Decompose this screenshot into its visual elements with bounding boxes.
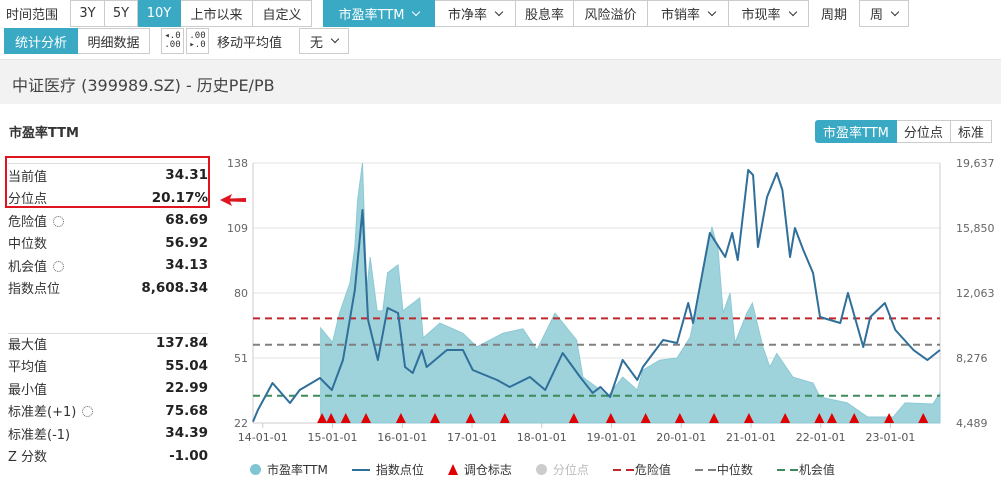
legend-label: 机会值 xyxy=(798,463,835,477)
legend-dash-icon xyxy=(694,468,703,471)
legend-triangle-icon xyxy=(447,464,458,475)
legend-item[interactable]: 市盈率TTM xyxy=(250,461,328,478)
legend-item[interactable]: 中位数 xyxy=(694,461,753,478)
x-axis-tick-label: 14-01-01 xyxy=(238,431,288,444)
legend-label: 中位数 xyxy=(716,463,753,477)
chart-legend: 市盈率TTM 指数点位 调仓标志 分位点 危险值 中位数 机会值 xyxy=(250,461,859,478)
legend-circle-icon xyxy=(250,464,261,475)
left-axis-tick: 80 xyxy=(234,287,248,300)
legend-dash-icon xyxy=(776,468,785,471)
legend-item[interactable]: 分位点 xyxy=(535,461,589,478)
legend-item[interactable]: 指数点位 xyxy=(351,461,424,478)
left-axis-tick: 138 xyxy=(227,157,248,170)
x-axis-tick-label: 23-01-01 xyxy=(866,431,916,444)
pe-chart: 138 109 80 51 22 19,637 15,850 12,063 8,276 4,489… xyxy=(227,157,995,444)
legend-item[interactable]: 机会值 xyxy=(776,461,835,478)
right-axis-tick: 4,489 xyxy=(956,417,988,430)
x-axis-tick-label: 21-01-01 xyxy=(726,431,776,444)
legend-label: 市盈率TTM xyxy=(267,463,328,477)
right-axis-tick: 12,063 xyxy=(956,287,995,300)
legend-circle-icon xyxy=(535,464,547,475)
legend-item[interactable]: 危险值 xyxy=(612,461,671,478)
x-axis-tick-label: 15-01-01 xyxy=(308,431,358,444)
x-axis-tick-label: 20-01-01 xyxy=(656,431,706,444)
legend-line-icon xyxy=(351,468,370,471)
legend-dash-icon xyxy=(612,468,621,471)
right-axis-tick: 15,850 xyxy=(956,222,995,235)
x-axis-tick-label: 18-01-01 xyxy=(517,431,567,444)
legend-label: 分位点 xyxy=(552,463,589,477)
right-axis-tick: 8,276 xyxy=(956,352,988,365)
right-axis-tick: 19,637 xyxy=(956,157,995,170)
x-axis-tick-label: 22-01-01 xyxy=(796,431,846,444)
left-axis-tick: 51 xyxy=(234,352,248,365)
x-axis-tick-label: 17-01-01 xyxy=(447,431,497,444)
legend-label: 危险值 xyxy=(634,463,671,477)
x-axis-tick-label: 19-01-01 xyxy=(587,431,637,444)
legend-label: 调仓标志 xyxy=(463,463,512,477)
left-axis-tick: 109 xyxy=(227,222,248,235)
x-axis-tick-label: 16-01-01 xyxy=(377,431,427,444)
legend-label: 指数点位 xyxy=(375,463,424,477)
legend-item[interactable]: 调仓标志 xyxy=(447,461,512,478)
left-axis-tick: 22 xyxy=(234,417,248,430)
